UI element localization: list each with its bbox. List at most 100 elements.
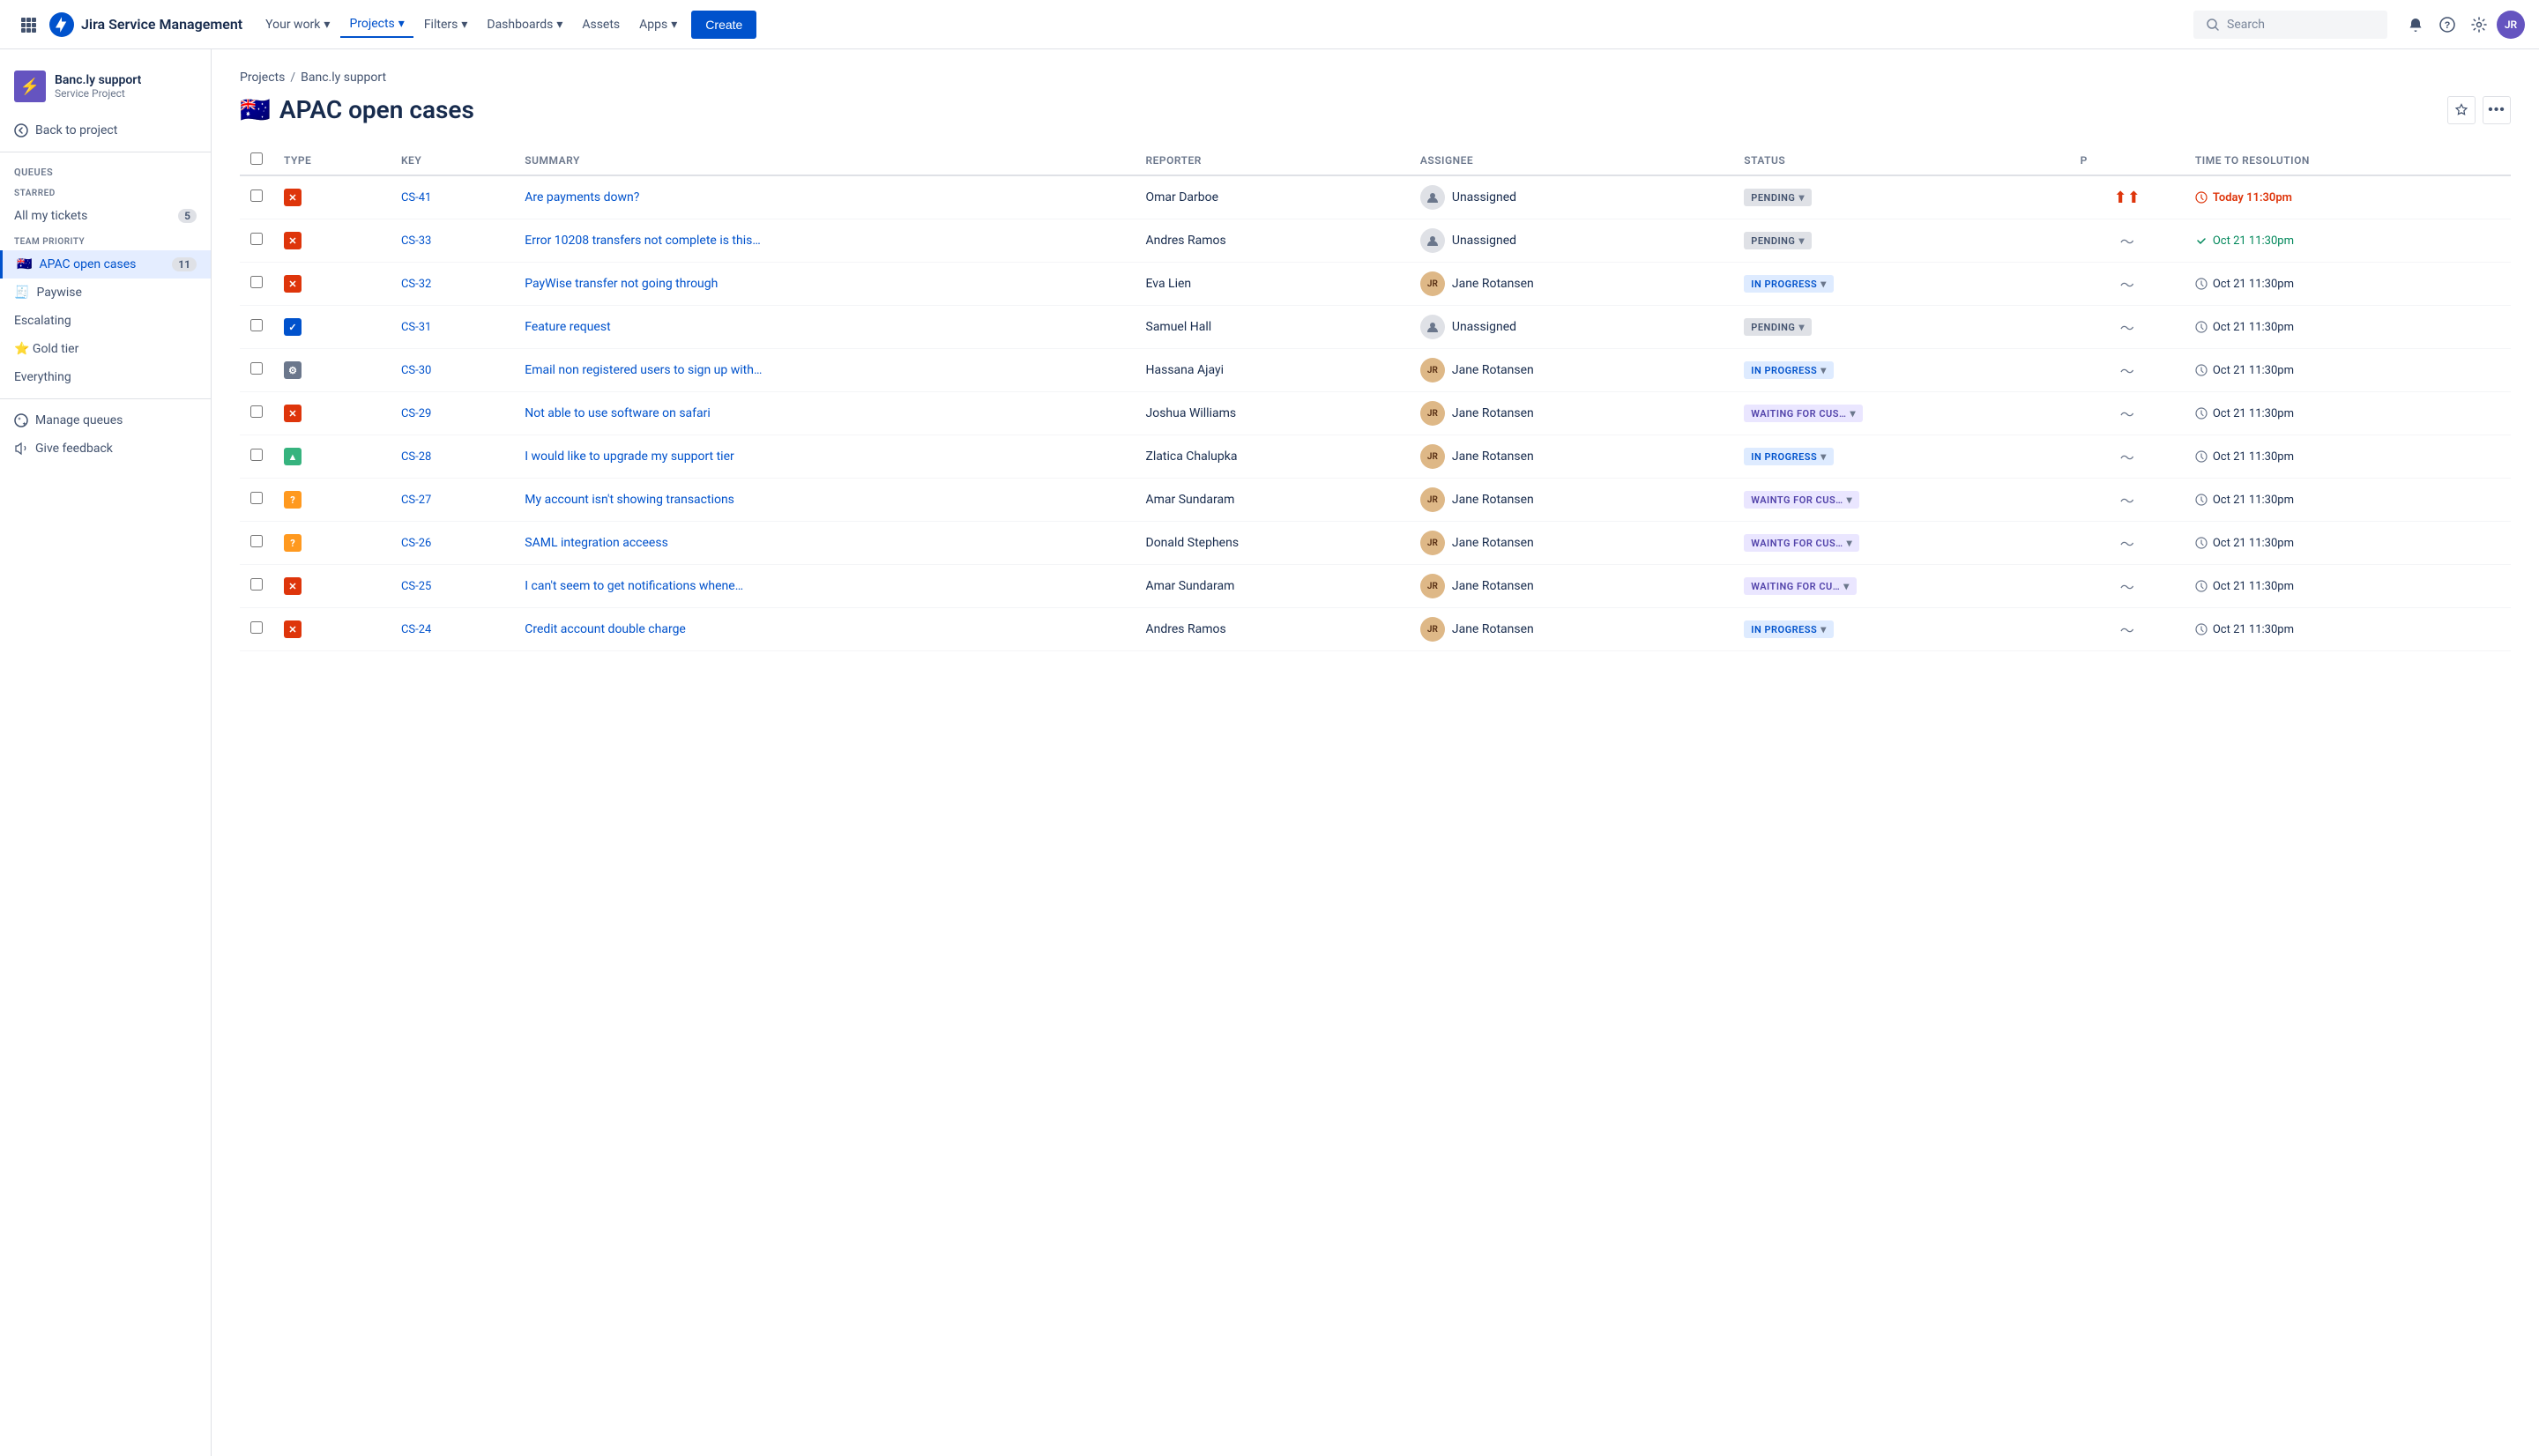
issue-key[interactable]: CS-33 bbox=[401, 234, 431, 248]
more-button[interactable]: ••• bbox=[2483, 96, 2511, 124]
row-summary[interactable]: I would like to upgrade my support tier bbox=[514, 435, 1135, 479]
row-summary[interactable]: Feature request bbox=[514, 306, 1135, 349]
notifications-button[interactable] bbox=[2401, 11, 2430, 39]
row-summary[interactable]: My account isn't showing transactions bbox=[514, 479, 1135, 522]
user-avatar[interactable]: JR bbox=[2497, 11, 2525, 39]
row-summary[interactable]: Not able to use software on safari bbox=[514, 392, 1135, 435]
app-logo[interactable]: Jira Service Management bbox=[49, 12, 242, 37]
row-checkbox[interactable] bbox=[250, 189, 263, 202]
row-checkbox[interactable] bbox=[250, 362, 263, 375]
status-badge[interactable]: WAITING FOR CUS… ▾ bbox=[1744, 405, 1863, 422]
row-checkbox[interactable] bbox=[250, 405, 263, 418]
help-button[interactable]: ? bbox=[2433, 11, 2461, 39]
issue-key[interactable]: CS-25 bbox=[401, 580, 431, 593]
search-bar[interactable]: Search bbox=[2193, 11, 2387, 39]
sidebar-item-all-tickets[interactable]: All my tickets 5 bbox=[0, 202, 211, 230]
issue-summary[interactable]: I can't seem to get notifications whene… bbox=[525, 579, 743, 593]
sidebar-item-gold-tier[interactable]: ⭐ Gold tier bbox=[0, 335, 211, 363]
row-key[interactable]: CS-24 bbox=[391, 608, 514, 651]
issue-summary[interactable]: I would like to upgrade my support tier bbox=[525, 449, 733, 464]
issue-summary[interactable]: Error 10208 transfers not complete is th… bbox=[525, 234, 760, 248]
row-summary[interactable]: Error 10208 transfers not complete is th… bbox=[514, 219, 1135, 263]
nav-projects[interactable]: Projects ▾ bbox=[340, 11, 413, 38]
status-badge[interactable]: WAITING FOR CU… ▾ bbox=[1744, 577, 1856, 595]
row-key[interactable]: CS-32 bbox=[391, 263, 514, 306]
settings-button[interactable] bbox=[2465, 11, 2493, 39]
row-status[interactable]: PENDING ▾ bbox=[1733, 175, 2069, 219]
row-key[interactable]: CS-28 bbox=[391, 435, 514, 479]
breadcrumb-project-name[interactable]: Banc.ly support bbox=[301, 71, 386, 85]
row-checkbox[interactable] bbox=[250, 621, 263, 634]
row-status[interactable]: IN PROGRESS ▾ bbox=[1733, 263, 2069, 306]
row-status[interactable]: IN PROGRESS ▾ bbox=[1733, 349, 2069, 392]
star-button[interactable] bbox=[2447, 96, 2476, 124]
nav-your-work[interactable]: Your work ▾ bbox=[257, 12, 339, 37]
breadcrumb-projects[interactable]: Projects bbox=[240, 71, 285, 85]
row-checkbox[interactable] bbox=[250, 492, 263, 504]
issue-key[interactable]: CS-27 bbox=[401, 494, 431, 507]
row-status[interactable]: WAINTG FOR CUS… ▾ bbox=[1733, 522, 2069, 565]
row-key[interactable]: CS-26 bbox=[391, 522, 514, 565]
sidebar-give-feedback[interactable]: Give feedback bbox=[0, 435, 211, 463]
issue-key[interactable]: CS-29 bbox=[401, 407, 431, 420]
status-badge[interactable]: PENDING ▾ bbox=[1744, 189, 1812, 206]
row-checkbox[interactable] bbox=[250, 233, 263, 245]
issue-key[interactable]: CS-32 bbox=[401, 278, 431, 291]
back-to-project[interactable]: Back to project bbox=[0, 116, 211, 145]
nav-apps[interactable]: Apps ▾ bbox=[630, 12, 686, 37]
row-status[interactable]: IN PROGRESS ▾ bbox=[1733, 608, 2069, 651]
row-key[interactable]: CS-25 bbox=[391, 565, 514, 608]
row-checkbox[interactable] bbox=[250, 449, 263, 461]
issue-summary[interactable]: My account isn't showing transactions bbox=[525, 493, 734, 507]
issue-key[interactable]: CS-41 bbox=[401, 191, 431, 204]
issue-summary[interactable]: PayWise transfer not going through bbox=[525, 277, 718, 291]
issue-summary[interactable]: Are payments down? bbox=[525, 190, 639, 204]
status-badge[interactable]: IN PROGRESS ▾ bbox=[1744, 448, 1833, 465]
row-key[interactable]: CS-41 bbox=[391, 175, 514, 219]
issue-key[interactable]: CS-28 bbox=[401, 450, 431, 464]
issue-key[interactable]: CS-30 bbox=[401, 364, 431, 377]
row-summary[interactable]: I can't seem to get notifications whene… bbox=[514, 565, 1135, 608]
row-checkbox[interactable] bbox=[250, 535, 263, 547]
row-key[interactable]: CS-31 bbox=[391, 306, 514, 349]
row-status[interactable]: IN PROGRESS ▾ bbox=[1733, 435, 2069, 479]
issue-key[interactable]: CS-26 bbox=[401, 537, 431, 550]
issue-summary[interactable]: Credit account double charge bbox=[525, 622, 686, 636]
issue-summary[interactable]: Feature request bbox=[525, 320, 610, 334]
row-summary[interactable]: Email non registered users to sign up wi… bbox=[514, 349, 1135, 392]
nav-filters[interactable]: Filters ▾ bbox=[415, 12, 477, 37]
row-key[interactable]: CS-33 bbox=[391, 219, 514, 263]
issue-key[interactable]: CS-24 bbox=[401, 623, 431, 636]
status-badge[interactable]: WAINTG FOR CUS… ▾ bbox=[1744, 534, 1859, 552]
row-summary[interactable]: PayWise transfer not going through bbox=[514, 263, 1135, 306]
issue-summary[interactable]: Email non registered users to sign up wi… bbox=[525, 363, 762, 377]
row-key[interactable]: CS-27 bbox=[391, 479, 514, 522]
row-key[interactable]: CS-30 bbox=[391, 349, 514, 392]
issue-summary[interactable]: Not able to use software on safari bbox=[525, 406, 711, 420]
select-all-checkbox[interactable] bbox=[250, 152, 263, 165]
row-checkbox[interactable] bbox=[250, 319, 263, 331]
sidebar-item-paywise[interactable]: 🧾 Paywise bbox=[0, 279, 211, 307]
nav-assets[interactable]: Assets bbox=[573, 12, 629, 37]
grid-icon[interactable] bbox=[14, 11, 42, 39]
sidebar-item-everything[interactable]: Everything bbox=[0, 363, 211, 391]
sidebar-manage-queues[interactable]: Manage queues bbox=[0, 406, 211, 435]
issue-summary[interactable]: SAML integration acceess bbox=[525, 536, 668, 550]
row-summary[interactable]: Are payments down? bbox=[514, 175, 1135, 219]
status-badge[interactable]: PENDING ▾ bbox=[1744, 232, 1812, 249]
status-badge[interactable]: WAINTG FOR CUS… ▾ bbox=[1744, 491, 1859, 509]
sidebar-item-apac[interactable]: 🇦🇺 APAC open cases 11 bbox=[0, 250, 211, 279]
row-key[interactable]: CS-29 bbox=[391, 392, 514, 435]
row-checkbox[interactable] bbox=[250, 578, 263, 591]
issue-key[interactable]: CS-31 bbox=[401, 321, 431, 334]
nav-dashboards[interactable]: Dashboards ▾ bbox=[478, 12, 571, 37]
status-badge[interactable]: IN PROGRESS ▾ bbox=[1744, 620, 1833, 638]
row-checkbox[interactable] bbox=[250, 276, 263, 288]
create-button[interactable]: Create bbox=[691, 11, 756, 39]
row-summary[interactable]: SAML integration acceess bbox=[514, 522, 1135, 565]
row-status[interactable]: PENDING ▾ bbox=[1733, 219, 2069, 263]
status-badge[interactable]: IN PROGRESS ▾ bbox=[1744, 275, 1833, 293]
row-status[interactable]: PENDING ▾ bbox=[1733, 306, 2069, 349]
status-badge[interactable]: PENDING ▾ bbox=[1744, 318, 1812, 336]
sidebar-item-escalating[interactable]: Escalating bbox=[0, 307, 211, 335]
